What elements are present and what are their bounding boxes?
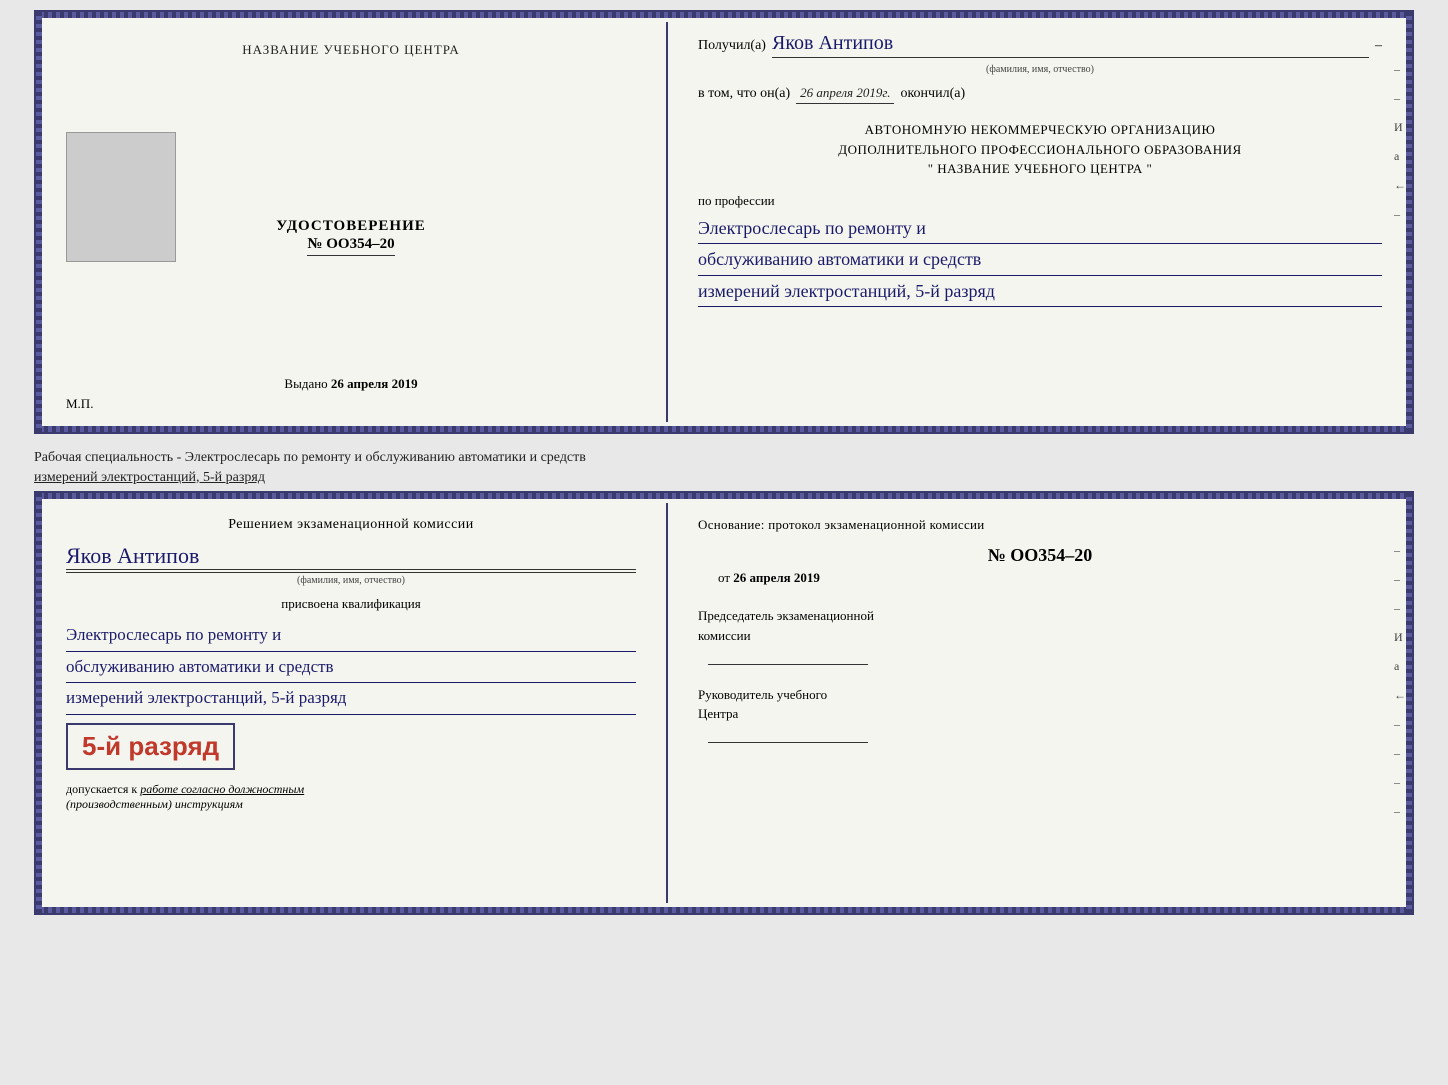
issued-block: Выдано 26 апреля 2019 — [284, 376, 417, 392]
specialty-line1: Рабочая специальность - Электрослесарь п… — [34, 450, 586, 465]
basis-title: Основание: протокол экзаменационной коми… — [698, 517, 1382, 533]
chairman-block: Председатель экзаменационной комиссии — [698, 606, 1382, 665]
photo-placeholder — [66, 132, 176, 262]
top-doc-right: Получил(а) Яков Антипов – (фамилия, имя,… — [668, 12, 1412, 432]
cert-number-block: УДОСТОВЕРЕНИЕ № OO354–20 — [276, 218, 426, 256]
cert-label: УДОСТОВЕРЕНИЕ — [276, 218, 426, 235]
received-line: Получил(а) Яков Антипов – — [698, 32, 1382, 58]
chairman-label2: комиссии — [698, 626, 1382, 646]
profession-text: Электрослесарь по ремонту и обслуживанию… — [698, 213, 1382, 308]
specialty-text: Рабочая специальность - Электрослесарь п… — [34, 448, 1414, 487]
decision-title: Решением экзаменационной комиссии — [66, 517, 636, 533]
date-line: в том, что он(а) 26 апреля 2019г. окончи… — [698, 85, 1382, 104]
side-marks-top: – – И а ← – — [1394, 62, 1406, 222]
org-line2: ДОПОЛНИТЕЛЬНОГО ПРОФЕССИОНАЛЬНОГО ОБРАЗО… — [698, 140, 1382, 160]
director-sign-line — [708, 742, 868, 743]
school-name-top-left: НАЗВАНИЕ УЧЕБНОГО ЦЕНТРА — [242, 42, 459, 58]
org-line3: " НАЗВАНИЕ УЧЕБНОГО ЦЕНТРА " — [698, 159, 1382, 179]
bottom-recipient-name: Яков Антипов — [66, 543, 636, 570]
cert-number: № OO354–20 — [307, 236, 394, 256]
chairman-sign-line — [708, 664, 868, 665]
allowed-prefix: допускается к — [66, 782, 137, 796]
qualification-text: Электрослесарь по ремонту и обслуживанию… — [66, 620, 636, 715]
qualification-label: присвоена квалификация — [66, 596, 636, 612]
allowed-block: допускается к работе согласно должностны… — [66, 782, 636, 812]
director-label: Руководитель учебного — [698, 685, 1382, 705]
allowed-text2: (производственным) инструкциям — [66, 797, 243, 811]
recipient-subtitle: (фамилия, имя, отчество) — [698, 64, 1382, 75]
completion-date: 26 апреля 2019г. — [796, 85, 894, 104]
org-line1: АВТОНОМНУЮ НЕКОММЕРЧЕСКУЮ ОРГАНИЗАЦИЮ — [698, 120, 1382, 140]
recipient-name: Яков Антипов — [772, 32, 1369, 58]
org-block: АВТОНОМНУЮ НЕКОММЕРЧЕСКУЮ ОРГАНИЗАЦИЮ ДО… — [698, 120, 1382, 179]
completed-label: окончил(а) — [900, 86, 965, 102]
allowed-text: работе согласно должностным — [140, 782, 304, 796]
in-that-prefix: в том, что он(а) — [698, 86, 790, 102]
qual-line1: Электрослесарь по ремонту и — [66, 620, 636, 652]
qual-line2: обслуживанию автоматики и средств — [66, 652, 636, 684]
top-doc-left: НАЗВАНИЕ УЧЕБНОГО ЦЕНТРА УДОСТОВЕРЕНИЕ №… — [36, 12, 666, 432]
profession-line3: измерений электростанций, 5-й разряд — [698, 276, 1382, 308]
protocol-date: от 26 апреля 2019 — [718, 570, 1382, 586]
bottom-recipient-subtitle: (фамилия, имя, отчество) — [66, 575, 636, 586]
issued-label: Выдано — [284, 376, 327, 391]
qual-line3: измерений электростанций, 5-й разряд — [66, 683, 636, 715]
side-marks-bottom: – – – И а ← – – – – — [1394, 543, 1406, 819]
protocol-date-value: 26 апреля 2019 — [733, 570, 820, 585]
chairman-label: Председатель экзаменационной — [698, 606, 1382, 626]
bottom-doc-left: Решением экзаменационной комиссии Яков А… — [36, 493, 666, 913]
profession-line2: обслуживанию автоматики и средств — [698, 244, 1382, 276]
document-top: НАЗВАНИЕ УЧЕБНОГО ЦЕНТРА УДОСТОВЕРЕНИЕ №… — [34, 10, 1414, 434]
rank-box: 5-й разряд — [66, 723, 235, 770]
protocol-number: № OO354–20 — [698, 545, 1382, 566]
director-label2: Центра — [698, 704, 1382, 724]
date-prefix: от — [718, 570, 730, 585]
mp-label: М.П. — [66, 396, 93, 412]
specialty-line2: измерений электростанций, 5-й разряд — [34, 470, 265, 485]
received-prefix: Получил(а) — [698, 38, 766, 54]
document-bottom: Решением экзаменационной комиссии Яков А… — [34, 491, 1414, 915]
issued-date: 26 апреля 2019 — [331, 376, 418, 391]
profession-line1: Электрослесарь по ремонту и — [698, 213, 1382, 245]
director-block: Руководитель учебного Центра — [698, 685, 1382, 744]
bottom-doc-right: Основание: протокол экзаменационной коми… — [668, 493, 1412, 913]
profession-label: по профессии — [698, 193, 1382, 209]
rank-text: 5-й разряд — [82, 731, 219, 761]
